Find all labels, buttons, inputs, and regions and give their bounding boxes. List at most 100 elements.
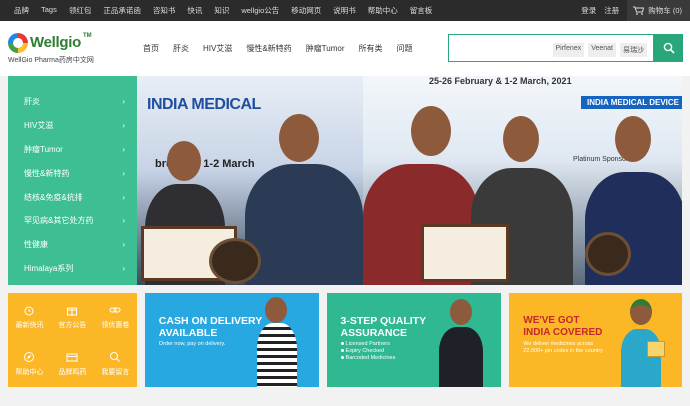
chevron-right-icon: ›: [122, 192, 125, 202]
chevron-right-icon: ›: [122, 263, 125, 273]
quick-links: 最新快讯 官方公告 领优惠卷 帮助中心 品牌鸣药 我要留言: [8, 293, 137, 387]
quick-link-label: 最新快讯: [15, 321, 44, 329]
person-head: [167, 141, 201, 181]
category-sidebar: 肝炎 › HIV艾滋 › 肿瘤Tumor › 慢性&新特药 › 结核&免疫&抗排 › 罕见…: [8, 76, 137, 285]
logo-name: Wellgio: [30, 34, 81, 51]
top-link[interactable]: 帮助中心: [362, 5, 404, 16]
chevron-right-icon: ›: [122, 216, 125, 226]
compass-icon: [24, 351, 35, 362]
promo-title: 3-STEP QUALITY ASSURANCE: [340, 315, 427, 339]
search-tag[interactable]: Veenat: [588, 43, 616, 57]
nav-item-questions[interactable]: 问题: [390, 43, 420, 54]
login-link[interactable]: 登录: [581, 5, 596, 16]
cart-button[interactable]: 购物车 (0): [627, 0, 690, 21]
quick-link-brand[interactable]: 品牌鸣药: [51, 340, 94, 387]
chevron-right-icon: ›: [122, 97, 125, 107]
top-link[interactable]: 快讯: [181, 5, 208, 16]
top-link[interactable]: 说明书: [327, 5, 362, 16]
sidebar-item-hiv[interactable]: HIV艾滋 ›: [8, 114, 137, 138]
nav-item-hiv[interactable]: HIV艾滋: [196, 43, 239, 54]
search-button[interactable]: [654, 34, 683, 62]
award-medal: [209, 238, 261, 284]
person-head: [615, 116, 651, 162]
nav-item-tumor[interactable]: 肿瘤Tumor: [299, 43, 352, 54]
top-link[interactable]: wellgio公告: [235, 5, 285, 16]
sidebar-item-label: 肝炎: [24, 97, 40, 107]
quick-link-coupon[interactable]: 领优惠卷: [94, 293, 137, 340]
sidebar-item-rare[interactable]: 罕见病&其它处方药 ›: [8, 209, 137, 233]
quick-link-notice[interactable]: 官方公告: [51, 293, 94, 340]
chevron-right-icon: ›: [122, 144, 125, 154]
nav-item-hepatitis[interactable]: 肝炎: [166, 43, 196, 54]
quick-link-message[interactable]: 我要留言: [94, 340, 137, 387]
person-head: [503, 116, 539, 162]
search-icon: [663, 42, 675, 54]
sidebar-item-sexual-health[interactable]: 性健康 ›: [8, 233, 137, 257]
logo-icon: [8, 32, 28, 53]
sidebar-item-tumor[interactable]: 肿瘤Tumor ›: [8, 138, 137, 162]
banner-dates: 25-26 February & 1-2 March, 2021: [429, 76, 572, 86]
top-link[interactable]: 品牌: [8, 5, 35, 16]
card-icon: [66, 353, 78, 361]
sidebar-item-hepatitis[interactable]: 肝炎 ›: [8, 90, 137, 114]
link-icon: [109, 307, 121, 312]
person-head: [411, 106, 451, 156]
nav-item-all[interactable]: 所有类: [352, 43, 390, 54]
promo-person: [438, 327, 483, 387]
hero-section: 肝炎 › HIV艾滋 › 肿瘤Tumor › 慢性&新特药 › 结核&免疫&抗排 › 罕见…: [8, 76, 682, 285]
quick-link-help[interactable]: 帮助中心: [8, 340, 51, 387]
search-input[interactable]: Pirfenex Veenat 易瑞沙: [448, 34, 654, 62]
promo-person-head: [449, 299, 472, 325]
quick-link-label: 领优惠卷: [101, 321, 130, 329]
sidebar-item-himalaya[interactable]: Himalaya系列 ›: [8, 257, 137, 281]
delivery-person-head: [630, 299, 653, 325]
promo-india-covered[interactable]: WE'VE GOT INDIA COVERED We deliver medici…: [509, 293, 682, 387]
sidebar-item-chronic[interactable]: 慢性&新特药 ›: [8, 161, 137, 185]
promo-quality-assurance[interactable]: 3-STEP QUALITY ASSURANCE Licensed Partner…: [326, 293, 502, 387]
search-tags: Pirfenex Veenat 易瑞沙: [552, 43, 647, 57]
nav-item-home[interactable]: 首页: [136, 43, 166, 54]
delivery-person: [621, 329, 662, 387]
promo-cash-on-delivery[interactable]: CASH ON DELIVERY AVAILABLE Order now, pay…: [144, 293, 319, 387]
alarm-clock-icon: [24, 306, 34, 315]
quick-link-news[interactable]: 最新快讯: [8, 293, 51, 340]
logo[interactable]: Wellgio TM WellGio Pharma药房中文网: [8, 32, 124, 65]
promo-person: [256, 323, 297, 387]
header: Wellgio TM WellGio Pharma药房中文网 首页 肝炎 HIV…: [0, 21, 690, 76]
top-link[interactable]: 留言板: [404, 5, 439, 16]
quick-link-label: 官方公告: [58, 321, 87, 329]
top-link[interactable]: 正品承诺函: [97, 5, 147, 16]
search-tag[interactable]: 易瑞沙: [620, 43, 647, 57]
sidebar-item-tb-immune[interactable]: 结核&免疫&抗排 ›: [8, 185, 137, 209]
banner-title: INDIA MEDICAL DEVICE: [581, 96, 682, 109]
top-link[interactable]: 领红包: [63, 5, 98, 16]
banner-title: INDIA MEDICAL: [147, 96, 261, 113]
sidebar-item-label: 罕见病&其它处方药: [24, 216, 94, 226]
chevron-right-icon: ›: [122, 168, 125, 178]
logo-tm: TM: [82, 32, 92, 39]
quick-link-label: 帮助中心: [15, 368, 44, 376]
promo-bullets: Licensed Partners Expiry Checked Barcode…: [340, 341, 395, 362]
promo-subtitle: Order now, pay on delivery.: [158, 341, 226, 347]
top-bar: 品牌 Tags 领红包 正品承诺函 咨知书 快讯 知识 wellgio公告 移动…: [0, 0, 690, 21]
award-plaque: [421, 224, 509, 282]
sidebar-item-label: 结核&免疫&抗排: [24, 192, 83, 202]
top-link[interactable]: Tags: [35, 5, 63, 16]
top-link[interactable]: 移动网页: [285, 5, 327, 16]
top-link[interactable]: 知识: [208, 5, 235, 16]
chevron-right-icon: ›: [122, 121, 125, 131]
sidebar-item-label: 慢性&新特药: [24, 168, 70, 178]
register-link[interactable]: 注册: [604, 5, 619, 16]
chevron-right-icon: ›: [122, 240, 125, 250]
sidebar-item-label: 性健康: [24, 240, 48, 250]
cart-label: 购物车 (0): [648, 6, 682, 15]
hero-photo-award-right[interactable]: 25-26 February & 1-2 March, 2021 INDIA M…: [363, 76, 682, 285]
bullet-icon: [340, 342, 344, 345]
top-links: 品牌 Tags 领红包 正品承诺函 咨知书 快讯 知识 wellgio公告 移动…: [8, 5, 438, 16]
nav-item-chronic[interactable]: 慢性&新特药: [239, 43, 298, 54]
top-link[interactable]: 咨知书: [147, 5, 182, 16]
search-tag[interactable]: Pirfenex: [552, 43, 585, 57]
hero-photo-award-left[interactable]: INDIA MEDICAL bruary & 1-2 March: [137, 76, 363, 285]
person-figure: [245, 164, 363, 285]
promo-person-head: [264, 297, 287, 323]
